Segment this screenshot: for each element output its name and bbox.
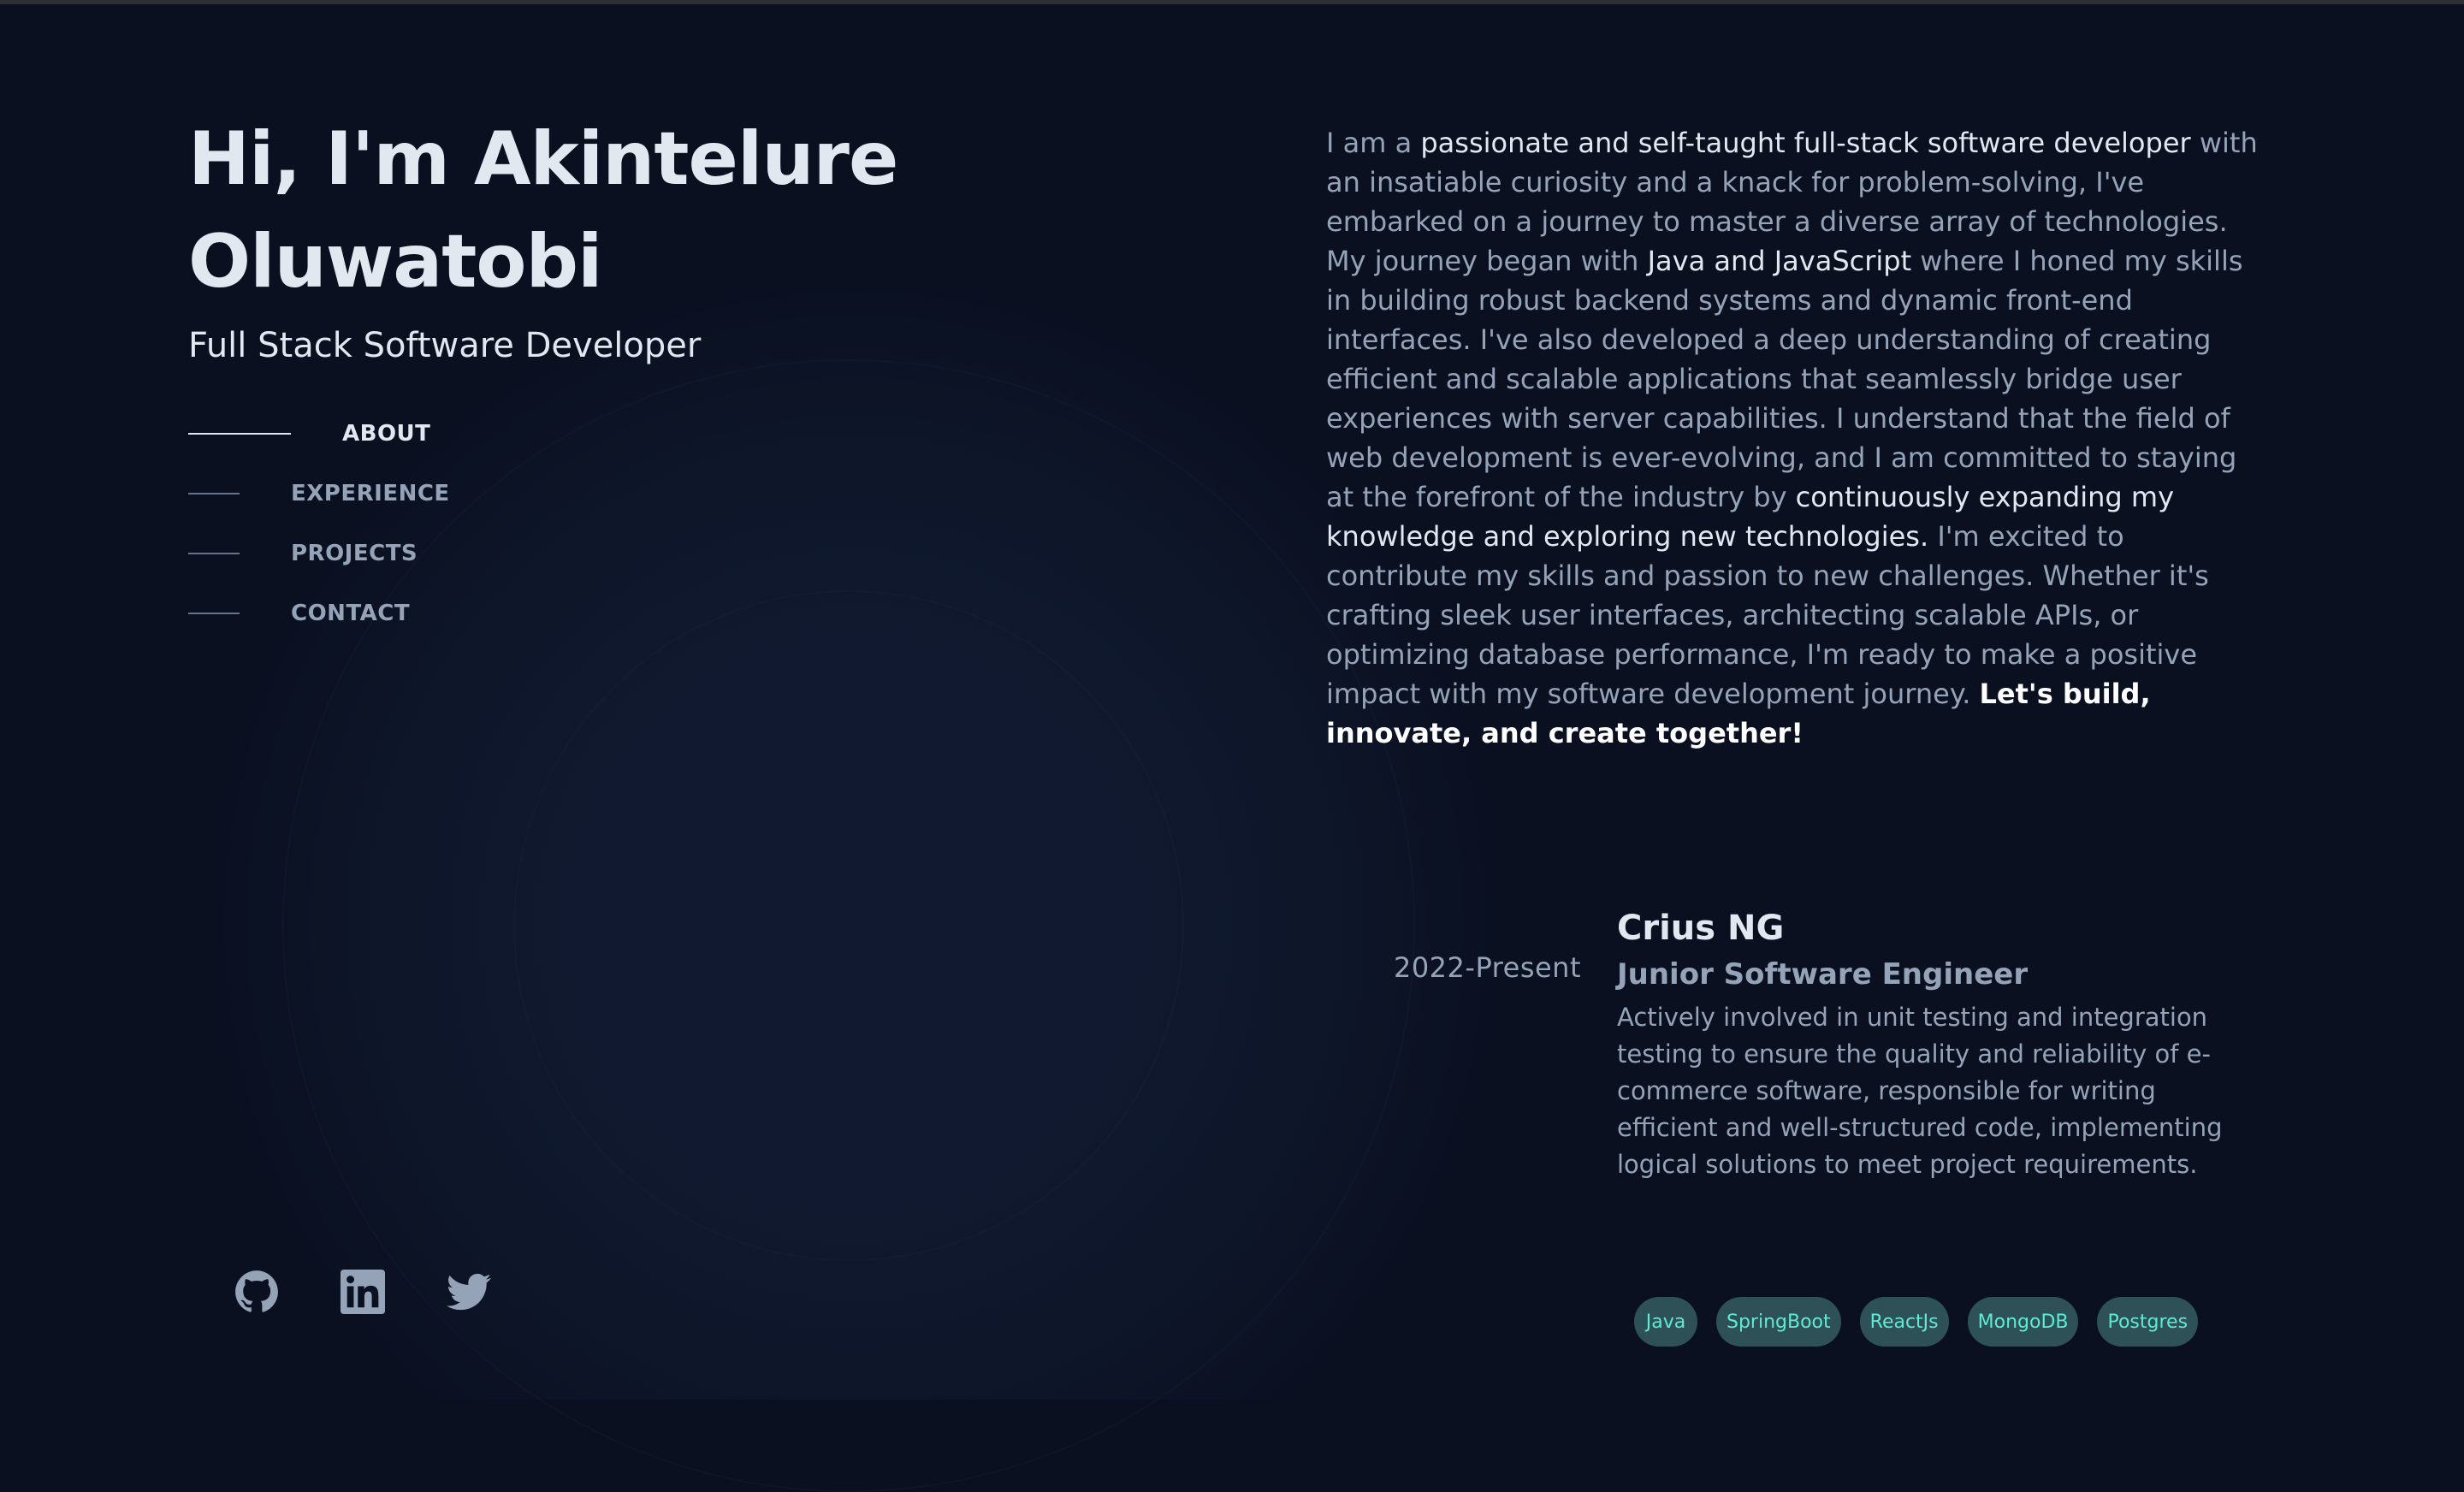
about-highlight: Java and JavaScript [1647, 245, 1912, 277]
skill-tag: Postgres [2097, 1297, 2199, 1347]
nav-item-experience[interactable]: EXPERIENCE [188, 464, 450, 524]
twitter-icon [447, 1273, 491, 1311]
skill-tag: Java [1634, 1297, 1697, 1347]
section-nav: ABOUT EXPERIENCE PROJECTS CONTACT [188, 404, 450, 643]
skill-tag: ReactJs [1859, 1297, 1949, 1347]
twitter-link[interactable] [447, 1270, 491, 1314]
page-title: Hi, I'm Akintelure Oluwatobi [188, 116, 898, 305]
about-paragraph: I am a passionate and self-taught full-s… [1326, 123, 2267, 753]
nav-item-about[interactable]: ABOUT [188, 404, 450, 464]
skill-tag: SpringBoot [1716, 1297, 1841, 1347]
about-text: where I honed my skills in building robu… [1326, 245, 2243, 513]
about-highlight: passionate and self-taught full-stack so… [1420, 127, 2191, 159]
nav-indicator-line [188, 493, 240, 494]
github-icon [235, 1270, 278, 1312]
nav-item-label: EXPERIENCE [291, 481, 450, 506]
experience-date: 2022-Present [1393, 951, 1581, 984]
skill-tags: Java SpringBoot ReactJs MongoDB Postgres [1634, 1297, 2199, 1347]
nav-item-projects[interactable]: PROJECTS [188, 524, 450, 583]
page-subtitle: Full Stack Software Developer [188, 326, 702, 365]
experience-description: Actively involved in unit testing and in… [1617, 1003, 2223, 1179]
intro-header: Hi, I'm Akintelure Oluwatobi Full Stack … [188, 108, 924, 371]
nav-item-label: CONTACT [291, 601, 411, 626]
skill-tag: MongoDB [1967, 1297, 2079, 1347]
experience-card[interactable]: Crius NG Junior Software Engineer Active… [1617, 905, 2233, 1183]
linkedin-link[interactable] [341, 1270, 385, 1314]
experience-role: Junior Software Engineer [1617, 957, 2029, 992]
about-text: I am a [1326, 127, 1421, 159]
nav-item-label: PROJECTS [291, 541, 418, 566]
nav-item-contact[interactable]: CONTACT [188, 583, 450, 643]
nav-item-label: ABOUT [342, 421, 431, 447]
experience-company: Crius NG [1617, 909, 1785, 948]
background-ring [513, 590, 1184, 1261]
social-links [234, 1270, 491, 1314]
nav-indicator-line [188, 553, 240, 554]
linkedin-icon [341, 1270, 385, 1314]
nav-indicator-line [188, 433, 291, 435]
nav-indicator-line [188, 613, 240, 614]
github-link[interactable] [234, 1270, 279, 1314]
